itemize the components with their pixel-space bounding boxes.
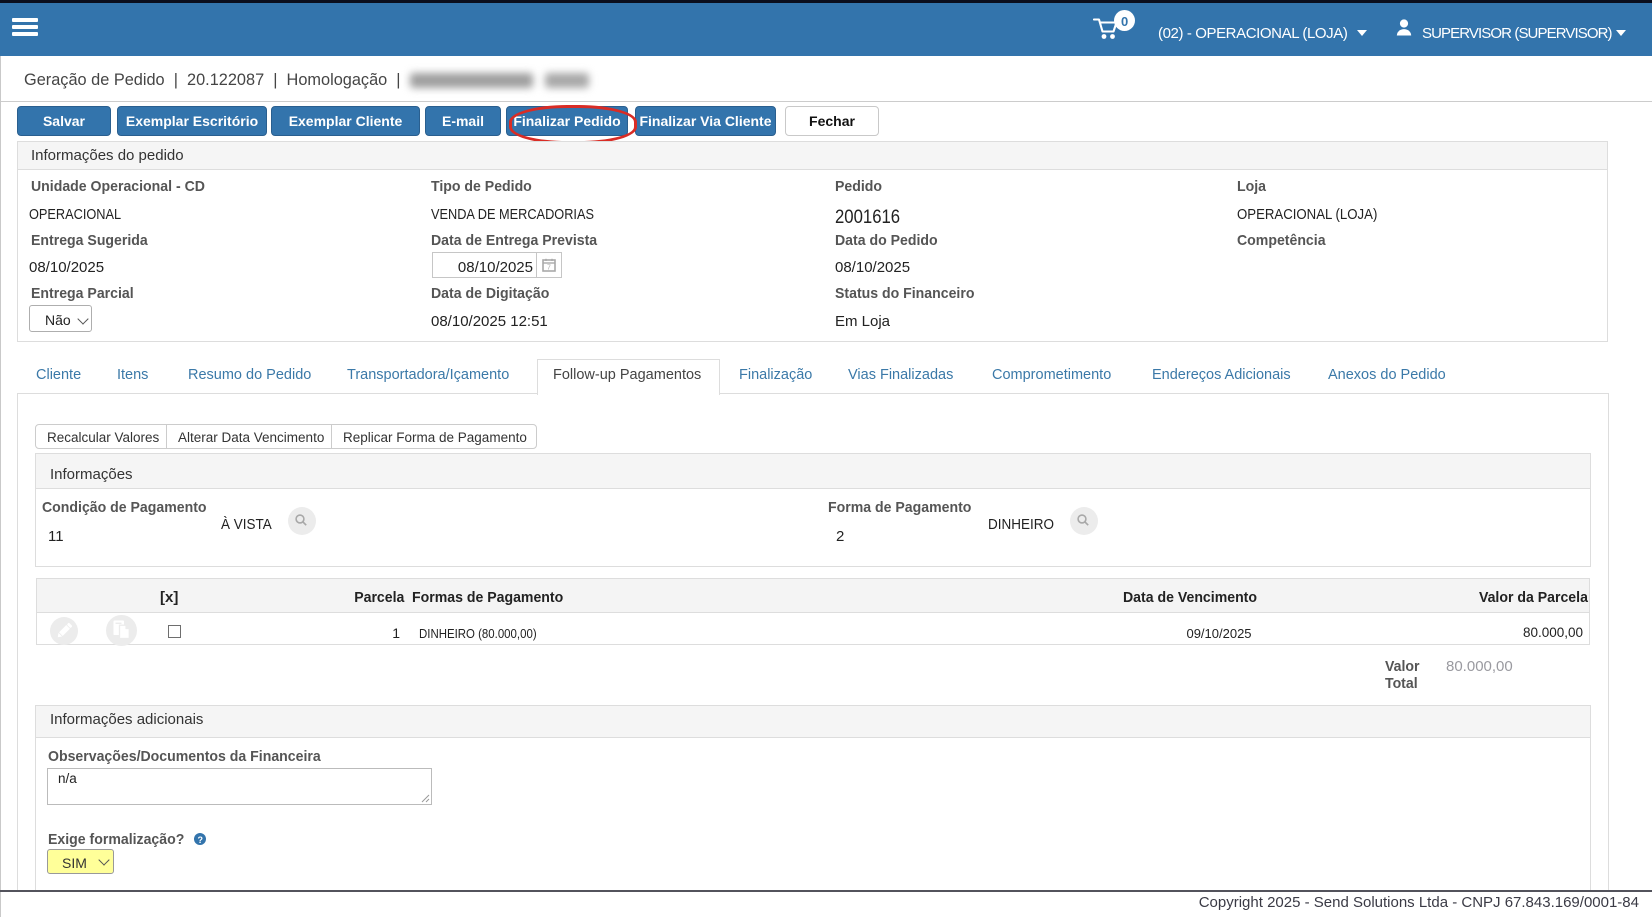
svg-text:7: 7 xyxy=(547,265,551,272)
